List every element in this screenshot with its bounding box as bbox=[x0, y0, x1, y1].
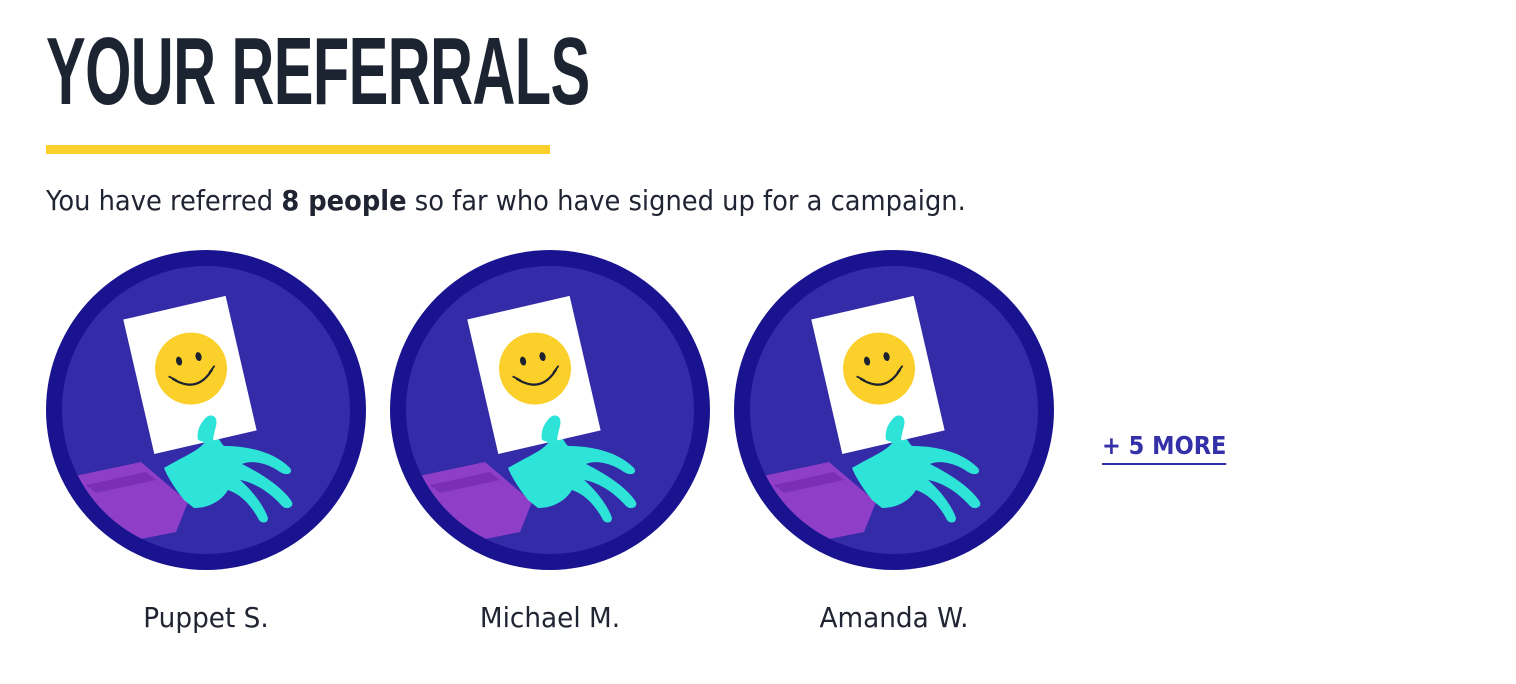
page-title: YOUR REFERRALS bbox=[46, 18, 590, 125]
summary-suffix: so far who have signed up for a campaign… bbox=[406, 184, 966, 217]
referral-summary: You have referred 8 people so far who ha… bbox=[46, 181, 966, 221]
referral-name: Michael M. bbox=[479, 601, 621, 634]
referral-item: Amanda W. bbox=[734, 250, 1054, 634]
summary-prefix: You have referred bbox=[46, 184, 282, 217]
referral-name: Puppet S. bbox=[143, 601, 269, 634]
title-underline bbox=[46, 145, 550, 154]
more-referrals-link[interactable]: + 5 MORE bbox=[1102, 430, 1227, 465]
referral-item: Michael M. bbox=[390, 250, 710, 634]
referral-name: Amanda W. bbox=[819, 601, 969, 634]
hand-holding-smiley-sign-icon bbox=[734, 250, 1054, 570]
referral-item: Puppet S. bbox=[46, 250, 366, 634]
hand-holding-smiley-sign-icon bbox=[46, 250, 366, 570]
referral-count: 8 people bbox=[281, 184, 407, 217]
hand-holding-smiley-sign-icon bbox=[390, 250, 710, 570]
